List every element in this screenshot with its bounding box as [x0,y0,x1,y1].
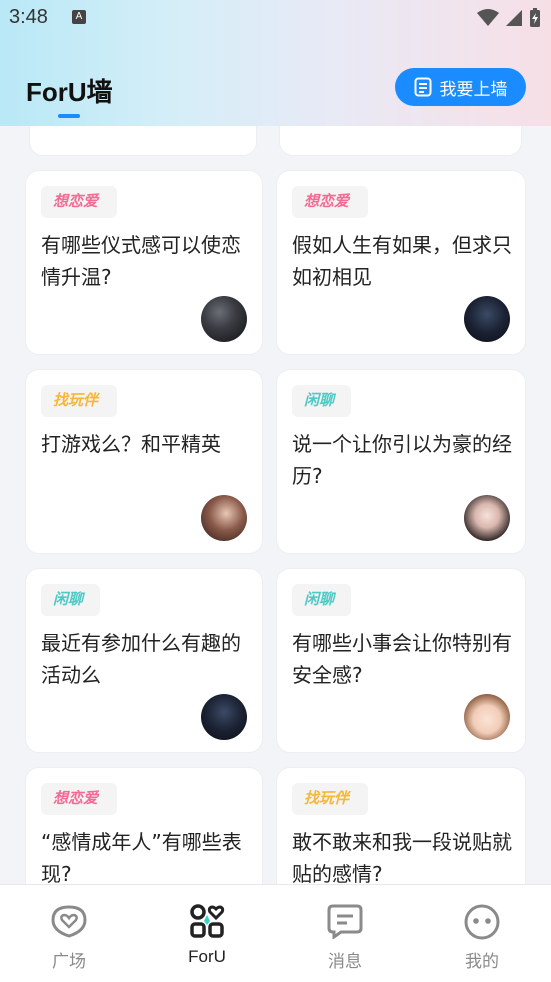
post-card[interactable]: 想恋爱 有哪些仪式感可以使恋情升温? [25,170,263,355]
post-list[interactable]: 想恋爱 有哪些仪式感可以使恋情升温? 想恋爱 假如人生有如果，但求只如初相见 找… [0,126,551,884]
battery-icon [530,8,540,27]
post-card[interactable]: 找玩伴 打游戏么？和平精英 [25,369,263,554]
wifi-icon [477,9,499,26]
tab-foru[interactable]: ForU [138,885,276,982]
avatar[interactable] [464,694,510,740]
post-card[interactable]: 闲聊 有哪些小事会让你特别有安全感? [276,568,526,753]
avatar[interactable] [464,296,510,342]
avatar[interactable] [201,694,247,740]
tab-square[interactable]: 广场 [0,885,138,982]
post-card[interactable]: 闲聊 最近有参加什么有趣的活动么 [25,568,263,753]
page-title: ForU墙 [26,77,113,107]
tab-messages[interactable]: 消息 [276,885,414,982]
topic-tag: 闲聊 [41,584,100,616]
post-text: 说一个让你引以为豪的经历? [292,432,512,488]
post-text: 最近有参加什么有趣的活动么 [41,631,241,687]
post-text: 敢不敢来和我一段说贴就贴的感情? [292,830,512,884]
title-indicator [58,114,80,118]
signal-icon [506,10,522,26]
heart-bubble-icon [51,905,87,938]
face-icon [464,904,500,940]
post-text: 假如人生有如果，但求只如初相见 [292,233,512,289]
post-card[interactable]: 想恋爱 假如人生有如果，但求只如初相见 [276,170,526,355]
tab-me[interactable]: 我的 [413,885,551,982]
note-icon [414,77,431,97]
post-card[interactable]: 找玩伴 敢不敢来和我一段说贴就贴的感情? [276,767,526,884]
status-time: 3:48 [9,6,48,28]
post-text: 打游戏么？和平精英 [41,432,221,456]
tab-label: 我的 [465,952,499,971]
tab-label: 消息 [328,952,362,971]
topic-tag: 想恋爱 [292,186,368,218]
status-icons [477,8,541,28]
post-button-label: 我要上墙 [439,79,508,99]
message-icon [327,904,363,939]
post-text: 有哪些仪式感可以使恋情升温? [41,233,241,289]
avatar[interactable] [201,296,247,342]
topic-tag: 找玩伴 [292,783,368,815]
bottom-tab-bar: 广场 ForU 消息 我的 [0,884,551,982]
topic-tag: 找玩伴 [41,385,117,417]
post-card[interactable]: 闲聊 说一个让你引以为豪的经历? [276,369,526,554]
topic-tag: 闲聊 [292,584,351,616]
post-card[interactable]: 想恋爱 “感情成年人”有哪些表现? [25,767,263,884]
card-partial-right [279,126,522,156]
grid-heart-icon [190,904,225,938]
card-partial-left [29,126,257,156]
avatar[interactable] [201,495,247,541]
post-text: “感情成年人”有哪些表现? [41,830,242,884]
topic-tag: 闲聊 [292,385,351,417]
topic-tag: 想恋爱 [41,186,117,218]
post-to-wall-button[interactable]: 我要上墙 [395,68,526,106]
notification-app-icon: A [72,10,86,24]
post-text: 有哪些小事会让你特别有安全感? [292,631,512,687]
avatar[interactable] [464,495,510,541]
tab-label: 广场 [52,952,86,971]
tab-label: ForU [188,947,226,966]
topic-tag: 想恋爱 [41,783,117,815]
status-bar: 3:48 A [0,0,551,36]
